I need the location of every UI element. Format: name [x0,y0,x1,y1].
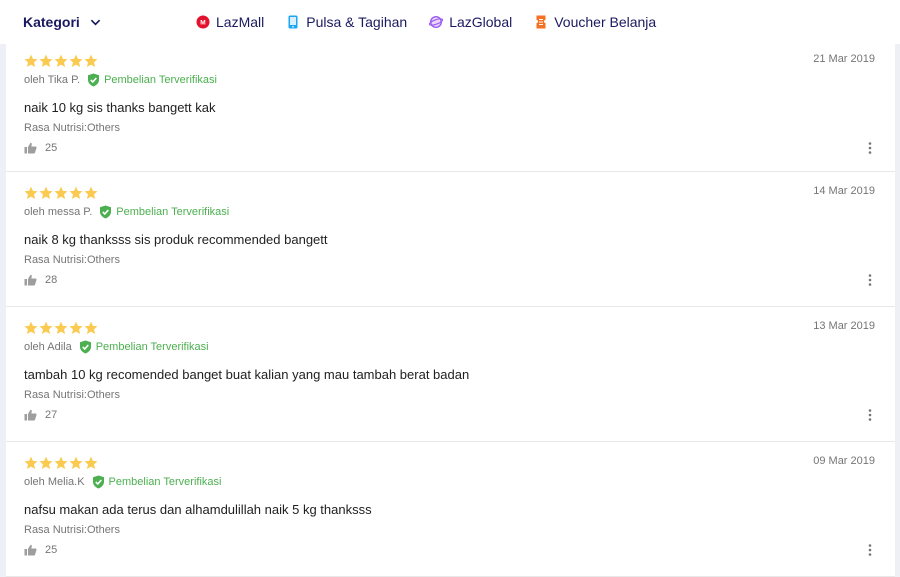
review-meta: oleh Adila Pembelian Terverifikasi [24,340,209,354]
top-nav-links: M LazMall Pulsa & Tagihan LazGlobal Vouc… [196,14,678,30]
nav-lazmall[interactable]: M LazMall [196,14,264,30]
like-count: 25 [45,142,58,154]
verified-badge: Pembelian Terverifikasi [79,340,209,354]
verified-label: Pembelian Terverifikasi [116,206,230,218]
star-icon [54,321,68,334]
verified-label: Pembelian Terverifikasi [104,74,217,86]
like-button[interactable]: 27 [24,409,57,421]
nav-label: LazMall [216,14,265,30]
kategori-label: Kategori [23,14,80,30]
review-meta: oleh Tika P. Pembelian Terverifikasi [24,73,217,87]
like-button[interactable]: 25 [24,142,57,154]
verified-label: Pembelian Terverifikasi [95,341,209,353]
review-date: 21 Mar 2019 [813,53,875,65]
review-content: tambah 10 kg recomended banget buat kali… [24,367,470,382]
nav-label: LazGlobal [449,14,513,30]
nav-lazglobal[interactable]: LazGlobal [429,14,512,30]
verified-label: Pembelian Terverifikasi [108,476,222,488]
star-icon [24,456,38,469]
star-rating [24,321,98,335]
review-author: oleh Melia.K [24,476,85,488]
more-vertical-icon [868,142,872,154]
review-item: 21 Mar 2019 oleh Tika P. Pembelian Terve… [6,40,895,172]
review-sku: Rasa Nutrisi:Others [24,524,120,536]
review-meta: oleh messa P. Pembelian Terverifikasi [24,205,229,219]
star-icon [84,456,98,469]
thumbs-up-icon [24,142,37,154]
review-item: 09 Mar 2019 oleh Melia.K Pembelian Terve… [6,442,895,577]
nav-label: Voucher Belanja [554,14,657,30]
star-icon [24,321,38,334]
kategori-dropdown[interactable]: Kategori [23,14,101,30]
like-count: 25 [45,544,58,556]
like-button[interactable]: 25 [24,544,57,556]
like-button[interactable]: 28 [24,274,57,286]
lazmall-icon: M [196,15,210,29]
more-options-button[interactable] [867,543,873,557]
shield-check-icon [100,205,112,219]
like-count: 28 [45,274,58,286]
review-sku: Rasa Nutrisi:Others [24,254,120,266]
nav-voucher-belanja[interactable]: Voucher Belanja [534,14,656,30]
like-count: 27 [45,409,58,421]
chevron-down-icon [90,19,101,26]
star-icon [69,321,83,334]
more-vertical-icon [868,409,872,421]
star-icon [24,54,38,67]
review-author: oleh messa P. [24,206,93,218]
star-icon [84,54,98,67]
review-content: naik 8 kg thanksss sis produk recommende… [24,232,328,247]
svg-text:M: M [200,20,205,27]
more-options-button[interactable] [867,273,873,287]
globe-icon [429,15,444,29]
star-rating [24,186,98,200]
star-rating [24,456,98,470]
star-icon [84,186,98,199]
thumbs-up-icon [24,409,37,421]
verified-badge: Pembelian Terverifikasi [87,73,217,87]
star-icon [54,456,68,469]
shield-check-icon [92,475,104,489]
phone-icon [288,15,298,29]
star-icon [69,456,83,469]
more-options-button[interactable] [867,141,873,155]
thumbs-up-icon [24,544,37,556]
star-icon [39,186,53,199]
voucher-icon [536,15,546,29]
review-author: oleh Adila [24,341,72,353]
star-icon [54,186,68,199]
star-icon [84,321,98,334]
thumbs-up-icon [24,274,37,286]
star-icon [69,186,83,199]
star-icon [54,54,68,67]
more-vertical-icon [868,274,872,286]
review-sku: Rasa Nutrisi:Others [24,389,120,401]
verified-badge: Pembelian Terverifikasi [99,205,229,219]
star-icon [39,321,53,334]
review-item: 13 Mar 2019 oleh Adila Pembelian Terveri… [6,307,895,442]
review-date: 14 Mar 2019 [813,185,875,197]
review-content: naik 10 kg sis thanks bangett kak [24,100,216,115]
review-content: nafsu makan ada terus dan alhamdulillah … [24,502,372,517]
shield-check-icon [88,73,100,87]
review-date: 09 Mar 2019 [813,455,875,467]
more-vertical-icon [868,544,872,556]
star-icon [39,456,53,469]
more-options-button[interactable] [867,408,873,422]
review-item: 14 Mar 2019 oleh messa P. Pembelian Terv… [6,172,895,307]
review-author: oleh Tika P. [24,74,81,86]
star-icon [39,54,53,67]
review-date: 13 Mar 2019 [813,320,875,332]
review-sku: Rasa Nutrisi:Others [24,122,120,134]
review-list: 21 Mar 2019 oleh Tika P. Pembelian Terve… [6,40,895,577]
top-navigation-bar: Kategori M LazMall Pulsa & Tagihan LazGl… [0,0,900,44]
review-meta: oleh Melia.K Pembelian Terverifikasi [24,475,221,489]
nav-pulsa-tagihan[interactable]: Pulsa & Tagihan [286,14,407,30]
nav-label: Pulsa & Tagihan [306,14,408,30]
star-icon [69,54,83,67]
verified-badge: Pembelian Terverifikasi [92,475,222,489]
shield-check-icon [79,340,91,354]
star-rating [24,54,98,68]
star-icon [24,186,38,199]
